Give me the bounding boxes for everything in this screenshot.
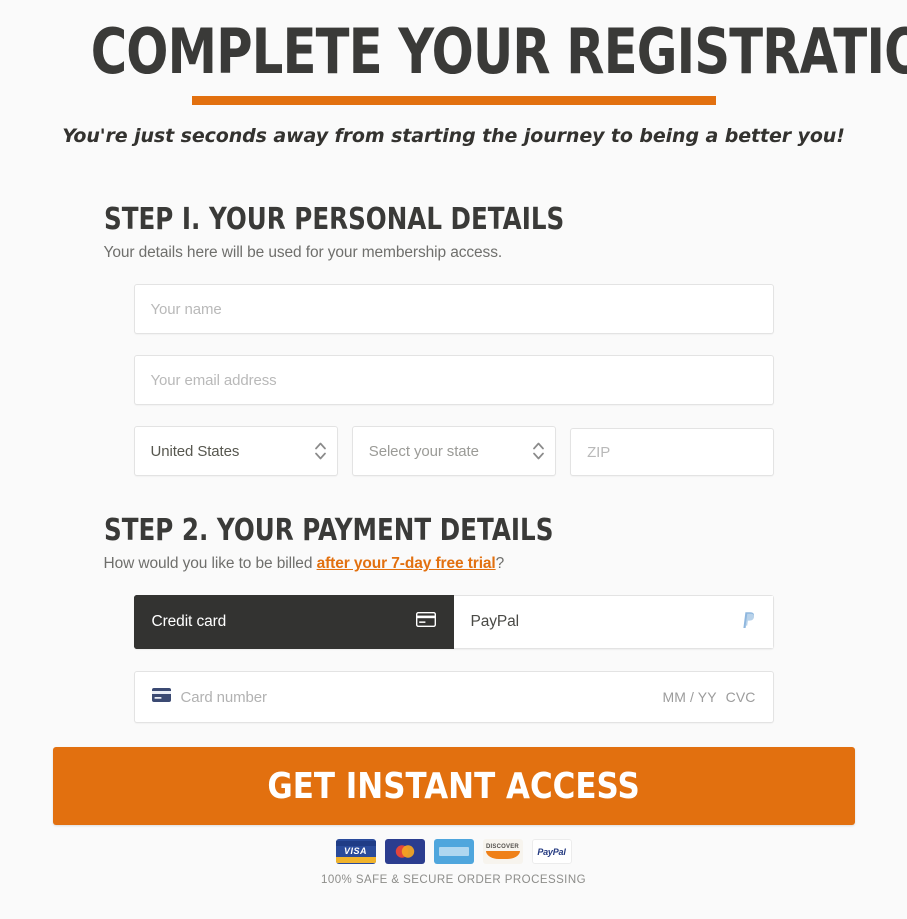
- registration-form: STEP I. YOUR PERSONAL DETAILS Your detai…: [104, 147, 804, 723]
- step-2-subtitle-text: How would you like to be billed: [103, 555, 317, 572]
- step-2-subtitle-suffix: ?: [495, 555, 505, 572]
- paypal-icon: [741, 611, 756, 634]
- payment-badges: VISA DISCOVER PayPal: [0, 839, 907, 864]
- chevron-updown-icon: [314, 442, 326, 460]
- visa-label: VISA: [343, 845, 367, 856]
- chevron-updown-icon: [533, 442, 544, 460]
- step-1-section: STEP I. YOUR PERSONAL DETAILS Your detai…: [104, 203, 804, 476]
- discover-icon: DISCOVER: [482, 839, 523, 864]
- hero-subtitle: You're just seconds away from starting t…: [62, 125, 845, 147]
- expiry-placeholder[interactable]: MM / YY: [663, 689, 717, 705]
- location-row: United States Select your state ZIP: [133, 426, 774, 476]
- mastercard-icon: [384, 839, 425, 864]
- step-1-heading: STEP I. YOUR PERSONAL DETAILS: [103, 202, 564, 237]
- cta-label: GET INSTANT ACCESS: [267, 765, 640, 807]
- step-1-subtitle: Your details here will be used for your …: [103, 244, 503, 261]
- cvc-placeholder[interactable]: CVC: [726, 689, 756, 705]
- state-select-value: Select your state: [368, 442, 479, 460]
- page-title: COMPLETE YOUR REGISTRATION: [90, 15, 907, 88]
- registration-page: COMPLETE YOUR REGISTRATION You're just s…: [0, 0, 907, 919]
- tab-credit-card-label: Credit card: [151, 613, 227, 630]
- tab-paypal[interactable]: PayPal: [453, 595, 774, 649]
- zip-placeholder: ZIP: [587, 443, 611, 461]
- card-number-placeholder: Card number: [180, 688, 268, 706]
- zip-input[interactable]: ZIP: [570, 428, 774, 476]
- step-2-subtitle: How would you like to be billed after yo…: [104, 555, 804, 573]
- country-select[interactable]: United States: [133, 426, 338, 476]
- title-underline-bar: [191, 96, 716, 105]
- step-2-section: STEP 2. YOUR PAYMENT DETAILS How would y…: [104, 514, 804, 573]
- step-2-heading: STEP 2. YOUR PAYMENT DETAILS: [103, 513, 553, 548]
- free-trial-link[interactable]: after your 7-day free trial: [317, 555, 496, 572]
- country-select-value: United States: [150, 442, 240, 460]
- secure-processing-text: 100% SAFE & SECURE ORDER PROCESSING: [321, 874, 586, 886]
- email-input[interactable]: Your email address: [133, 355, 774, 405]
- card-number-input[interactable]: Card number MM / YY CVC: [133, 671, 774, 723]
- visa-icon: VISA: [335, 839, 376, 864]
- state-select[interactable]: Select your state: [351, 426, 557, 476]
- email-placeholder: Your email address: [150, 371, 277, 389]
- card-brand-icon: [151, 687, 171, 707]
- tab-credit-card[interactable]: Credit card: [133, 595, 454, 649]
- personal-fields: Your name Your email address United Stat…: [104, 284, 804, 476]
- discover-label: DISCOVER: [486, 844, 519, 850]
- card-extra-fields: MM / YY CVC: [663, 689, 756, 705]
- amex-icon: [433, 839, 474, 864]
- name-input[interactable]: Your name: [133, 284, 774, 334]
- tab-paypal-label: PayPal: [470, 613, 520, 630]
- hero-header: COMPLETE YOUR REGISTRATION You're just s…: [0, 0, 907, 148]
- paypal-badge-label: PayPal: [537, 846, 566, 857]
- payment-method-tabs: Credit card PayPal: [133, 595, 774, 649]
- paypal-badge-icon: PayPal: [531, 839, 572, 864]
- credit-card-icon: [415, 611, 436, 632]
- get-instant-access-button[interactable]: GET INSTANT ACCESS: [52, 747, 855, 825]
- name-placeholder: Your name: [150, 300, 222, 318]
